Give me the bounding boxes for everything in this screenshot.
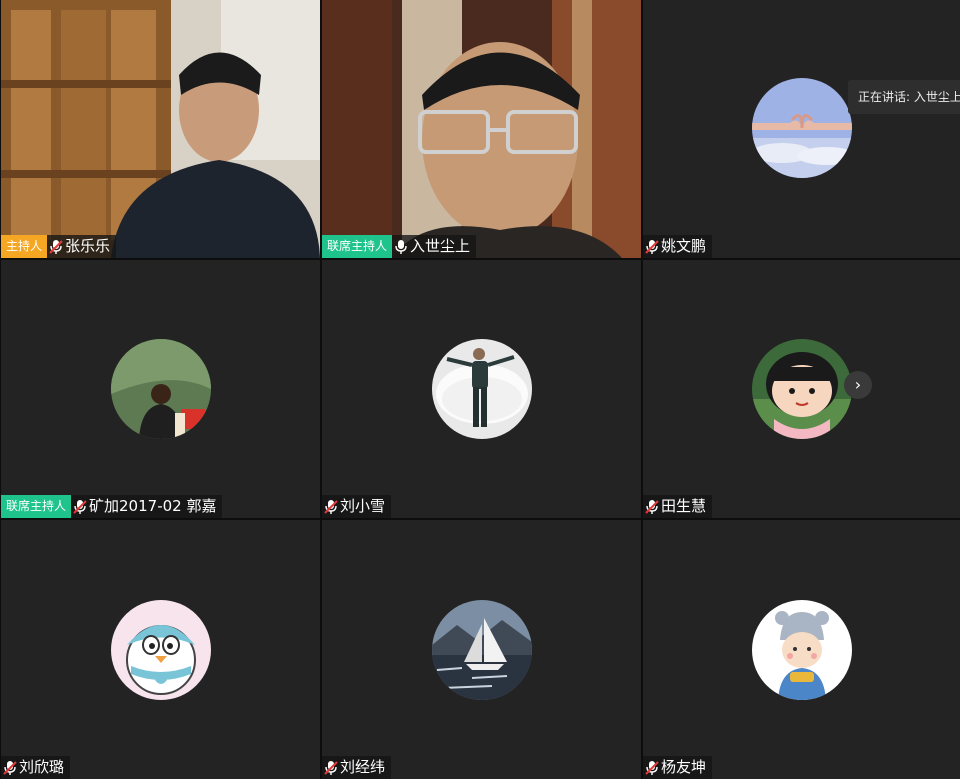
role-badge: 联席主持人 <box>322 235 393 258</box>
cartoon-bird-icon <box>110 599 211 700</box>
mic-muted-icon <box>645 239 659 255</box>
name-plate: 入世尘上 <box>392 235 477 258</box>
april-poster-icon <box>110 339 211 439</box>
mic-muted-icon <box>645 499 659 515</box>
participant-name: 姚文鹏 <box>661 237 707 255</box>
mic-muted-icon <box>324 760 338 776</box>
participant-namebar: 刘小雪 <box>322 495 392 518</box>
participant-name: 田生慧 <box>661 497 707 515</box>
participant-avatar <box>751 78 852 178</box>
participant-avatar <box>751 599 852 700</box>
participant-tile[interactable]: 杨友坤 <box>643 520 960 779</box>
participant-namebar: 刘经纬 <box>322 756 392 779</box>
mic-muted-icon <box>73 499 87 515</box>
participant-namebar: 刘欣璐 <box>1 756 71 779</box>
participant-tile[interactable]: 主持人 张乐乐 <box>1 0 320 258</box>
participant-avatar <box>110 599 211 700</box>
participant-tile[interactable]: 刘小雪 <box>322 260 641 518</box>
name-plate: 田生慧 <box>643 495 713 518</box>
mic-muted-icon <box>3 760 17 776</box>
participant-tile[interactable]: 刘经纬 <box>322 520 641 779</box>
name-plate: 刘小雪 <box>322 495 392 518</box>
participant-avatar <box>110 339 211 439</box>
cartoon-girl-icon <box>751 339 852 439</box>
mic-muted-icon <box>645 760 659 776</box>
participant-name: 杨友坤 <box>661 758 707 776</box>
participant-tile[interactable]: 联席主持人 入世尘上 <box>322 0 641 258</box>
participant-video <box>1 0 320 258</box>
participant-tile[interactable]: 田生慧 <box>643 260 960 518</box>
next-page-button[interactable]: › <box>844 371 872 399</box>
participant-namebar: 姚文鹏 <box>643 235 713 258</box>
name-plate: 张乐乐 <box>47 235 117 258</box>
role-badge: 主持人 <box>1 235 48 258</box>
participant-namebar: 联席主持人 矿加2017-02 郭嘉 <box>1 495 223 518</box>
participant-name: 入世尘上 <box>410 237 471 255</box>
mic-muted-icon <box>324 499 338 515</box>
participant-name: 刘经纬 <box>340 758 386 776</box>
participant-namebar: 联席主持人 入世尘上 <box>322 235 477 258</box>
participant-name: 刘欣璐 <box>19 758 65 776</box>
active-speaker-banner: 正在讲话: 入世尘上 <box>848 80 960 114</box>
name-plate: 矿加2017-02 郭嘉 <box>71 495 223 518</box>
participant-namebar: 主持人 张乐乐 <box>1 235 117 258</box>
name-plate: 姚文鹏 <box>643 235 713 258</box>
name-plate: 杨友坤 <box>643 756 713 779</box>
name-plate: 刘经纬 <box>322 756 392 779</box>
mic-muted-icon <box>49 239 63 255</box>
participant-name: 张乐乐 <box>65 237 111 255</box>
heart-hands-sky-icon <box>751 78 852 178</box>
participant-avatar <box>431 599 532 700</box>
person-on-pillow-icon <box>431 339 532 439</box>
participant-tile[interactable]: 联席主持人 矿加2017-02 郭嘉 <box>1 260 320 518</box>
participant-video <box>322 0 641 258</box>
participant-name: 刘小雪 <box>340 497 386 515</box>
participant-tile[interactable]: 姚文鹏 <box>643 0 960 258</box>
participant-namebar: 田生慧 <box>643 495 713 518</box>
video-grid: 主持人 张乐乐 联席主持人 入世尘上 姚文鹏 联席主持人 矿加2017-02 郭… <box>0 0 960 779</box>
participant-name: 矿加2017-02 郭嘉 <box>89 497 217 515</box>
participant-tile[interactable]: 刘欣璐 <box>1 520 320 779</box>
participant-avatar <box>431 339 532 439</box>
mic-icon <box>394 239 408 255</box>
role-badge: 联席主持人 <box>1 495 72 518</box>
name-plate: 刘欣璐 <box>1 756 71 779</box>
cartoon-kid-icon <box>751 599 852 700</box>
sailboat-icon <box>431 599 532 700</box>
participant-avatar <box>751 339 852 439</box>
participant-namebar: 杨友坤 <box>643 756 713 779</box>
